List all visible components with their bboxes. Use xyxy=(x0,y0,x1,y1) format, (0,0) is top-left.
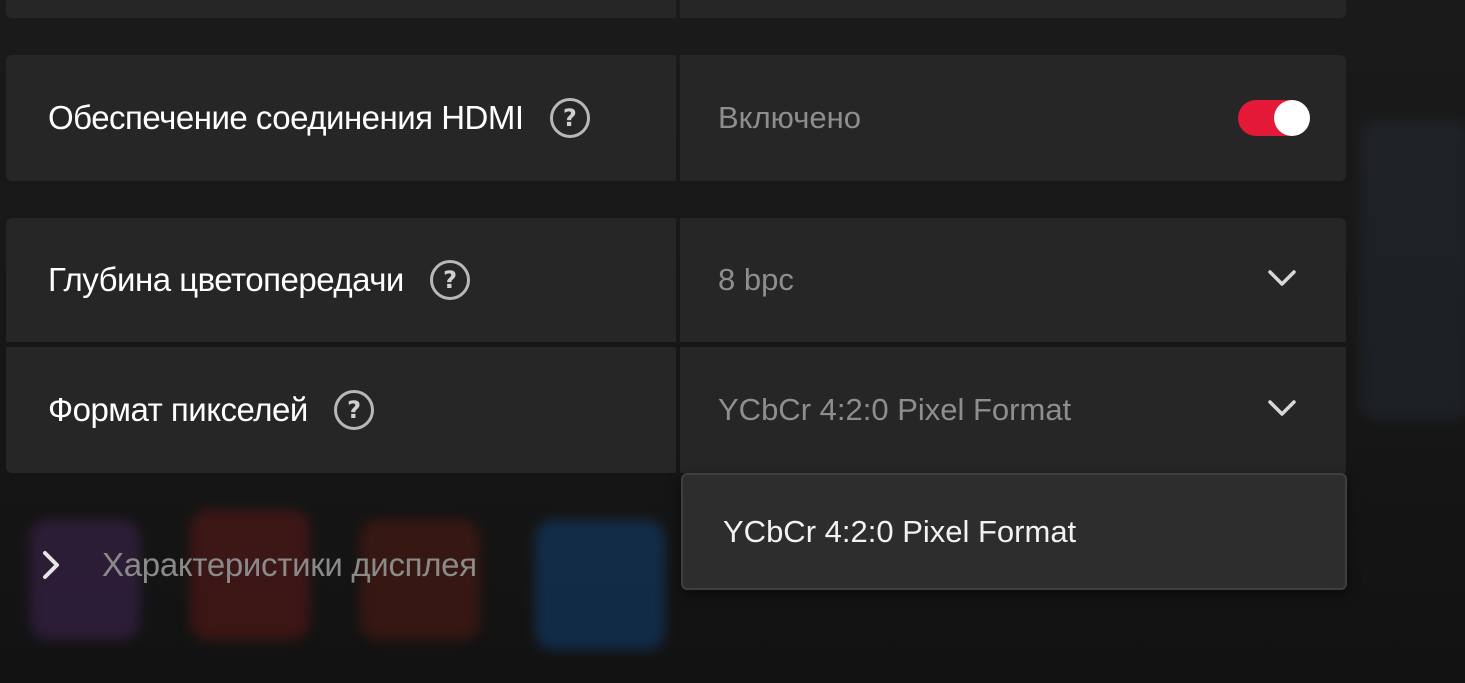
chevron-down-icon xyxy=(1268,400,1296,416)
pixel-format-option-label: YCbCr 4:2:0 Pixel Format xyxy=(723,513,1077,549)
question-circle-icon[interactable]: ? xyxy=(549,98,590,138)
hdmi-setting-value-cell[interactable]: Включено xyxy=(680,55,1346,181)
partial-row-value xyxy=(680,0,1346,18)
chevron-right-icon xyxy=(43,551,59,579)
hdmi-setting-label-cell: Обеспечение соединения HDMI ? xyxy=(6,55,676,181)
chevron-down-icon xyxy=(1268,270,1296,286)
color-depth-label: Глубина цветопередачи xyxy=(48,261,404,298)
pixel-format-value: YCbCr 4:2:0 Pixel Format xyxy=(718,392,1072,427)
hdmi-toggle[interactable] xyxy=(1238,100,1310,136)
pixel-format-label: Формат пикселей xyxy=(48,391,308,428)
question-circle-icon[interactable]: ? xyxy=(429,260,470,300)
partial-row-label xyxy=(6,0,676,18)
hdmi-setting-value: Включено xyxy=(718,100,861,135)
display-specs-section-toggle[interactable]: Характеристики дисплея xyxy=(40,540,477,590)
pixel-format-option[interactable]: YCbCr 4:2:0 Pixel Format xyxy=(683,475,1345,588)
pixel-format-options-menu: YCbCr 4:2:0 Pixel Format xyxy=(681,473,1347,590)
pixel-format-label-cell: Формат пикселей ? xyxy=(6,347,676,473)
color-depth-value: 8 bpc xyxy=(718,262,794,297)
hdmi-setting-label: Обеспечение соединения HDMI xyxy=(48,99,524,136)
question-circle-icon[interactable]: ? xyxy=(333,390,374,430)
color-depth-label-cell: Глубина цветопередачи ? xyxy=(6,218,676,342)
display-specs-section-label: Характеристики дисплея xyxy=(102,546,477,583)
toggle-knob xyxy=(1274,100,1310,136)
pixel-format-dropdown[interactable]: YCbCr 4:2:0 Pixel Format xyxy=(680,347,1346,473)
color-depth-dropdown[interactable]: 8 bpc xyxy=(680,218,1346,342)
